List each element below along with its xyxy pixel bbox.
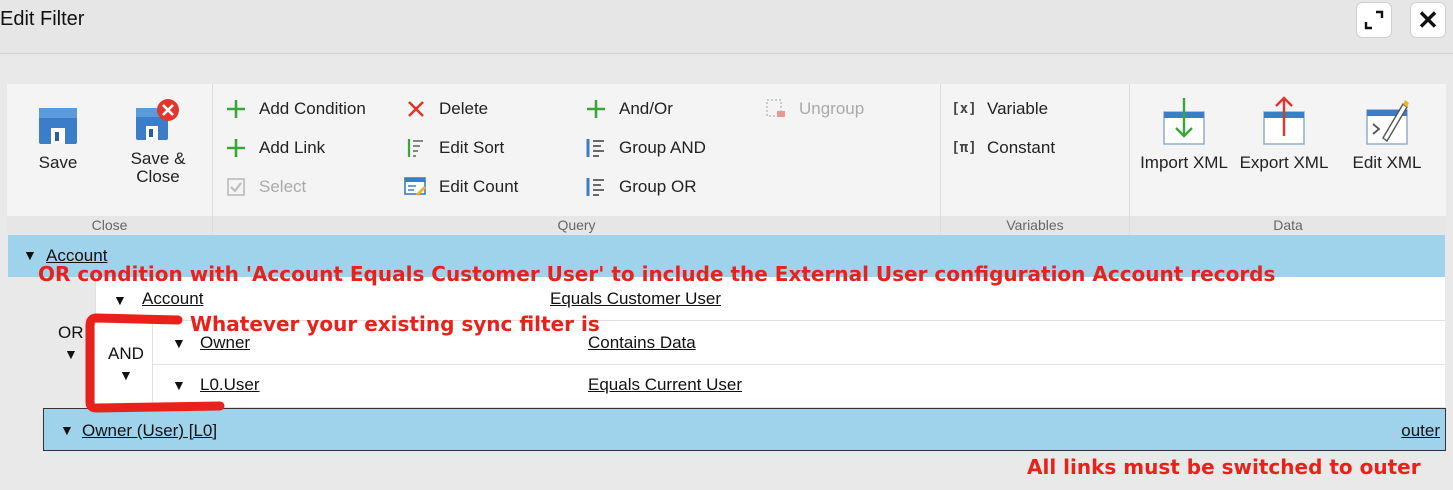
plus-icon xyxy=(587,100,605,118)
edit-sort-label: Edit Sort xyxy=(439,138,505,157)
save-close-label-line2: Close xyxy=(136,167,180,186)
variables-group: [x] Variable [π] Constant Variables xyxy=(941,84,1130,235)
export-xml-icon xyxy=(1263,96,1305,145)
import-xml-label: Import XML xyxy=(1140,153,1228,172)
save-button[interactable]: Save xyxy=(27,96,89,172)
export-xml-label: Export XML xyxy=(1239,153,1329,172)
group-and-button[interactable]: Group AND xyxy=(583,135,706,161)
select-label: Select xyxy=(259,177,307,196)
edit-xml-icon xyxy=(1366,100,1409,145)
condition-toggle[interactable]: ▼ xyxy=(113,292,127,308)
annotation-links-outer: All links must be switched to outer xyxy=(1027,455,1421,479)
query-group: Add Condition Add Link Select Delete Edi… xyxy=(213,84,941,235)
variable-button[interactable]: [x] Variable xyxy=(951,96,1048,122)
delete-button[interactable]: Delete xyxy=(403,96,488,122)
annotation-or-condition: OR condition with 'Account Equals Custom… xyxy=(38,262,1276,286)
ungroup-icon xyxy=(766,99,785,117)
variable-label: Variable xyxy=(987,99,1049,118)
link-entity-name[interactable]: Owner (User) [L0] xyxy=(82,421,217,441)
checkbox-icon xyxy=(227,178,245,196)
ungroup-label: Ungroup xyxy=(799,99,865,118)
close-group: Save Save & Close Close xyxy=(7,84,213,235)
edit-xml-label: Edit XML xyxy=(1352,153,1422,172)
link-toggle[interactable]: ▼ xyxy=(60,422,74,438)
save-close-button[interactable]: Save & Close xyxy=(117,96,199,186)
export-xml-button[interactable]: Export XML xyxy=(1234,96,1334,172)
and-or-button[interactable]: And/Or xyxy=(583,96,673,122)
edit-count-icon xyxy=(404,177,426,196)
plus-icon xyxy=(227,139,245,157)
group-icon xyxy=(586,178,604,196)
condition-field[interactable]: Account xyxy=(142,289,203,309)
data-group: Import XML Export XML Edit XML Data xyxy=(1130,84,1446,235)
delete-icon xyxy=(408,101,424,117)
delete-label: Delete xyxy=(439,99,489,118)
close-group-label: Close xyxy=(7,216,212,235)
expand-button[interactable] xyxy=(1356,2,1392,38)
edit-xml-button[interactable]: Edit XML xyxy=(1342,96,1432,172)
save-close-icon xyxy=(136,99,179,140)
condition-operator[interactable]: Equals Customer User xyxy=(550,289,721,309)
add-link-button[interactable]: Add Link xyxy=(223,135,325,161)
group-and-label: Group AND xyxy=(619,138,706,157)
close-icon: ✕ xyxy=(1417,4,1439,35)
dialog-title: Edit Filter xyxy=(0,8,85,30)
query-group-label: Query xyxy=(213,216,940,235)
import-xml-icon xyxy=(1163,98,1205,145)
constant-icon: [π] xyxy=(951,140,977,156)
title-bar: Edit Filter ✕ xyxy=(0,0,1453,54)
plus-icon xyxy=(227,100,245,118)
data-group-label: Data xyxy=(1130,216,1446,235)
variables-group-label: Variables xyxy=(941,216,1129,235)
constant-label: Constant xyxy=(987,138,1056,157)
select-button[interactable]: Select xyxy=(223,174,306,200)
condition-operator[interactable]: Equals Current User xyxy=(588,375,742,395)
close-button[interactable]: ✕ xyxy=(1410,2,1446,38)
add-condition-label: Add Condition xyxy=(259,99,366,118)
link-join-type[interactable]: outer xyxy=(1401,421,1440,441)
save-icon xyxy=(39,108,77,144)
constant-button[interactable]: [π] Constant xyxy=(951,135,1055,161)
add-condition-button[interactable]: Add Condition xyxy=(223,96,366,122)
edit-count-button[interactable]: Edit Count xyxy=(403,174,518,200)
variable-icon: [x] xyxy=(951,101,977,117)
condition-operator[interactable]: Contains Data xyxy=(588,333,696,353)
collapse-toggle[interactable]: ▼ xyxy=(23,247,37,263)
group-or-label: Group OR xyxy=(619,177,697,196)
link-entity-row: ▼ Owner (User) [L0] outer xyxy=(43,408,1446,451)
edit-sort-button[interactable]: Edit Sort xyxy=(403,135,504,161)
and-or-label: And/Or xyxy=(619,99,673,118)
sort-icon xyxy=(407,139,423,157)
ribbon-toolbar: Save Save & Close Close Add Condition Ad… xyxy=(7,84,1446,235)
edit-count-label: Edit Count xyxy=(439,177,519,196)
or-operator-label[interactable]: OR xyxy=(58,323,84,343)
ungroup-button[interactable]: Ungroup xyxy=(763,96,864,122)
or-toggle[interactable]: ▼ xyxy=(64,346,78,362)
annotation-sync-filter: Whatever your existing sync filter is xyxy=(190,312,600,336)
import-xml-button[interactable]: Import XML xyxy=(1134,96,1234,172)
expand-icon xyxy=(1364,10,1384,30)
add-link-label: Add Link xyxy=(259,138,326,157)
save-label: Save xyxy=(38,153,78,172)
save-close-label-line1: Save & xyxy=(130,149,186,168)
group-or-button[interactable]: Group OR xyxy=(583,174,696,200)
group-icon xyxy=(586,139,604,157)
and-row-divider xyxy=(153,364,1445,365)
